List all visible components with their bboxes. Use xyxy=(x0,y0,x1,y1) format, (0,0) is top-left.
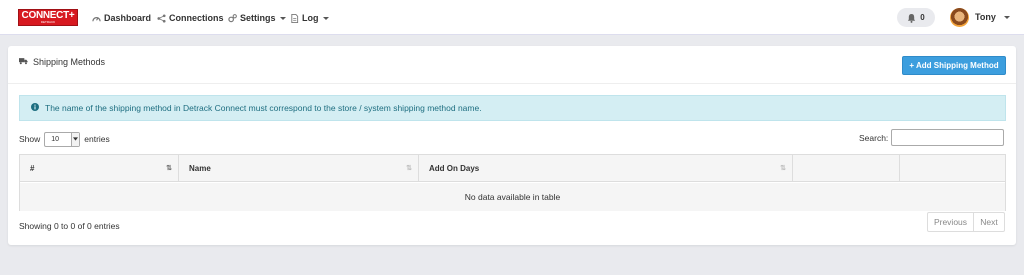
nav-connections-label: Connections xyxy=(169,13,224,23)
share-icon xyxy=(157,13,166,23)
column-header-add-on-days[interactable]: Add On Days ⇅ xyxy=(419,155,793,182)
entries-label: entries xyxy=(84,134,110,144)
empty-table-message: No data available in table xyxy=(20,183,1005,211)
bell-icon xyxy=(908,13,916,23)
shipping-methods-panel: Shipping Methods + Add Shipping Method T… xyxy=(8,46,1016,245)
page-title-text: Shipping Methods xyxy=(33,57,106,67)
shipping-methods-table: # ⇅ Name ⇅ Add On Days ⇅ No data availab… xyxy=(19,154,1006,211)
panel-heading: Shipping Methods + Add Shipping Method xyxy=(8,46,1016,84)
nav-log[interactable]: Log xyxy=(290,11,329,25)
chevron-down-icon[interactable] xyxy=(1004,16,1010,19)
brand-logo-tagline: DETRACK xyxy=(40,20,56,24)
nav-connections[interactable]: Connections xyxy=(157,11,224,25)
sort-icon: ⇅ xyxy=(780,165,786,172)
nav-settings[interactable]: Settings xyxy=(228,11,286,25)
column-header-add-on-days-label: Add On Days xyxy=(429,164,480,173)
table-search: Search: xyxy=(859,129,1005,146)
page-length-control: Show 10 entries xyxy=(19,131,110,147)
top-navbar: CONNECT+ DETRACK Dashboard Connections S… xyxy=(0,0,1024,35)
info-alert-text: The name of the shipping method in Detra… xyxy=(45,103,482,113)
next-page-button[interactable]: Next xyxy=(974,213,1004,231)
previous-page-button[interactable]: Previous xyxy=(928,213,974,231)
info-alert: The name of the shipping method in Detra… xyxy=(19,95,1006,121)
search-input[interactable] xyxy=(891,129,1005,146)
column-header-name[interactable]: Name ⇅ xyxy=(179,155,419,182)
truck-icon xyxy=(19,57,28,67)
column-header-id[interactable]: # ⇅ xyxy=(20,155,179,182)
notifications-button[interactable]: 0 xyxy=(897,8,935,27)
table-header-row: # ⇅ Name ⇅ Add On Days ⇅ xyxy=(20,155,1005,182)
sort-desc-icon: ⇅ xyxy=(166,165,172,172)
user-menu-name[interactable]: Tony xyxy=(975,12,996,22)
gears-icon xyxy=(228,13,237,23)
sort-icon: ⇅ xyxy=(406,165,412,172)
nav-log-label: Log xyxy=(302,13,319,23)
pagination: Previous Next xyxy=(927,212,1005,232)
page-length-select[interactable]: 10 xyxy=(44,131,81,147)
avatar[interactable] xyxy=(950,8,969,27)
file-icon xyxy=(290,13,299,23)
column-header-edit xyxy=(793,155,900,182)
page-length-value: 10 xyxy=(51,135,60,143)
chevron-down-icon xyxy=(279,16,286,20)
nav-settings-label: Settings xyxy=(240,13,276,23)
search-label: Search: xyxy=(859,132,889,143)
chevron-down-icon xyxy=(71,132,80,146)
show-label: Show xyxy=(19,134,41,144)
brand-logo[interactable]: CONNECT+ DETRACK xyxy=(18,9,78,26)
column-header-delete xyxy=(900,155,1005,182)
chevron-down-icon xyxy=(322,16,329,20)
dashboard-icon xyxy=(92,14,101,23)
add-shipping-method-button[interactable]: + Add Shipping Method xyxy=(902,56,1006,75)
table-info: Showing 0 to 0 of 0 entries xyxy=(19,221,120,231)
column-header-id-label: # xyxy=(30,164,35,173)
nav-dashboard-label: Dashboard xyxy=(104,13,152,23)
nav-dashboard[interactable]: Dashboard xyxy=(92,11,151,25)
page-title: Shipping Methods xyxy=(19,57,105,67)
info-circle-icon xyxy=(31,103,39,113)
notification-count: 0 xyxy=(920,13,925,22)
column-header-name-label: Name xyxy=(189,164,211,173)
